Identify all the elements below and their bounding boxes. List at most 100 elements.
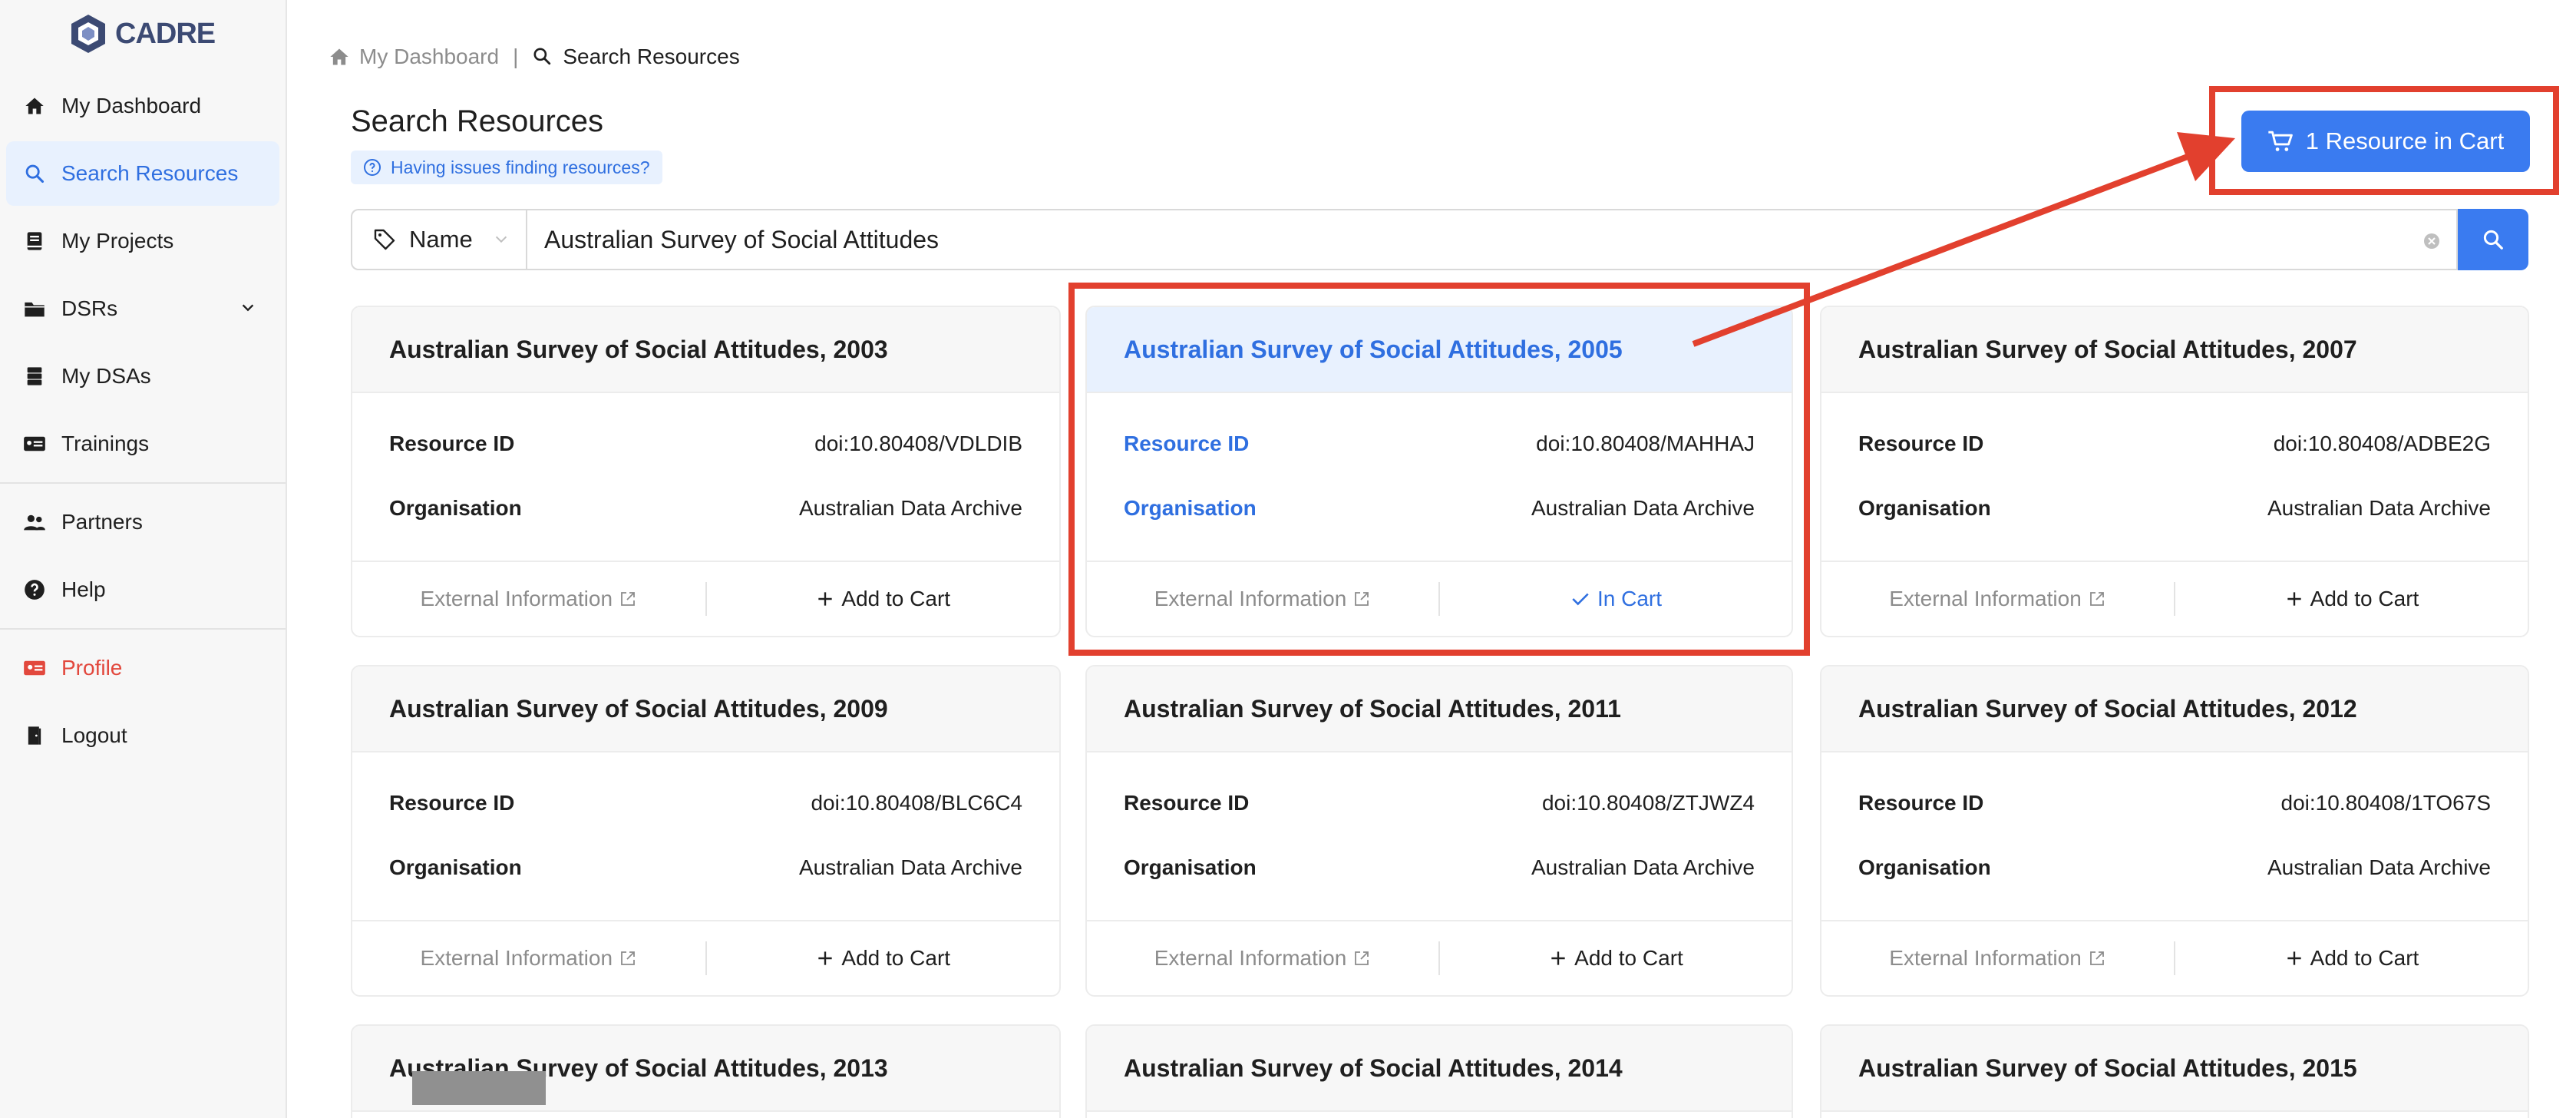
organisation-value: Australian Data Archive <box>2267 496 2491 520</box>
external-information-label: External Information <box>420 587 613 610</box>
profile-card-icon <box>23 657 46 680</box>
external-information-link[interactable]: External Information <box>1821 562 2174 636</box>
resource-id-value: doi:10.80408/ADBE2G <box>2273 432 2491 455</box>
chevron-down-icon[interactable] <box>239 299 256 316</box>
organisation-value: Australian Data Archive <box>2267 855 2491 879</box>
resource-card-title[interactable]: Australian Survey of Social Attitudes, 2… <box>1087 666 1792 752</box>
help-link[interactable]: Having issues finding resources? <box>351 150 662 184</box>
card-actions: External Information Add to Cart <box>352 920 1059 995</box>
organisation-value: Australian Data Archive <box>1531 855 1755 879</box>
add-to-cart-label: Add to Cart <box>1574 946 1683 970</box>
external-information-link[interactable]: External Information <box>1821 921 2174 995</box>
external-information-link[interactable]: External Information <box>352 921 705 995</box>
sidebar-item-search-resources[interactable]: Search Resources <box>6 141 279 206</box>
resource-id-row: Resource ID doi:10.80408/1TO67S <box>1858 788 2491 819</box>
organisation-label: Organisation <box>1858 855 1991 879</box>
tag-icon <box>374 229 395 250</box>
sidebar-item-my-projects[interactable]: My Projects <box>6 209 279 273</box>
plus-icon <box>2287 951 2301 965</box>
add-to-cart-button[interactable]: Add to Cart <box>1440 921 1792 995</box>
home-icon <box>329 46 350 68</box>
search-button[interactable] <box>2458 209 2528 270</box>
organisation-row: Organisation Australian Data Archive <box>389 852 1022 883</box>
resource-card-title[interactable]: Australian Survey of Social Attitudes, 2… <box>1821 1026 2528 1112</box>
sidebar-item-profile[interactable]: Profile <box>6 636 279 700</box>
add-to-cart-button[interactable]: Add to Cart <box>2175 562 2528 636</box>
add-to-cart-button[interactable]: Add to Cart <box>707 921 1060 995</box>
plus-icon <box>818 951 833 965</box>
add-to-cart-button[interactable]: Add to Cart <box>707 562 1060 636</box>
cadre-logo-icon <box>71 15 105 53</box>
add-to-cart-label: Add to Cart <box>2310 946 2419 970</box>
search-icon <box>2483 230 2503 250</box>
sidebar-divider <box>0 628 286 630</box>
search-input[interactable]: Australian Survey of Social Attitudes <box>526 209 2458 270</box>
search-icon <box>532 46 553 68</box>
sidebar-item-partners[interactable]: Partners <box>6 490 279 554</box>
sidebar-item-label: My DSAs <box>61 364 151 388</box>
sidebar-item-label: Help <box>61 577 106 601</box>
sidebar-item-my-dsas[interactable]: My DSAs <box>6 344 279 408</box>
external-information-label: External Information <box>1889 946 2082 970</box>
sidebar-item-label: My Projects <box>61 229 174 253</box>
card-actions: External Information Add to Cart <box>1821 561 2528 636</box>
breadcrumb-current: Search Resources <box>563 45 740 68</box>
resource-id-label: Resource ID <box>389 791 515 815</box>
add-to-cart-button[interactable]: Add to Cart <box>2175 921 2528 995</box>
resource-card-title[interactable]: Australian Survey of Social Attitudes, 2… <box>1087 1026 1792 1112</box>
external-link-icon <box>621 951 635 965</box>
organisation-label: Organisation <box>1858 496 1991 520</box>
cadre-logo[interactable]: CADRE <box>69 11 216 57</box>
resource-id-value: doi:10.80408/1TO67S <box>2280 791 2491 815</box>
resource-card: Australian Survey of Social Attitudes, 2… <box>1085 665 1793 997</box>
card-actions: External Information Add to Cart <box>1821 920 2528 995</box>
resource-id-value: doi:10.80408/ZTJWZ4 <box>1541 791 1755 815</box>
resource-card: Australian Survey of Social Attitudes, 2… <box>351 306 1061 637</box>
resource-card: Australian Survey of Social Attitudes, 2… <box>1820 665 2529 997</box>
add-to-cart-label: Add to Cart <box>2310 587 2419 610</box>
search-field-select[interactable]: Name <box>351 209 526 270</box>
sidebar-nav: My Dashboard Search Resources My Project… <box>0 74 286 771</box>
resource-id-row: Resource ID doi:10.80408/ZTJWZ4 <box>1124 788 1755 819</box>
organisation-label: Organisation <box>389 855 522 879</box>
resource-id-label: Resource ID <box>1858 432 1984 455</box>
sidebar-item-trainings[interactable]: Trainings <box>6 412 279 476</box>
sidebar-item-logout[interactable]: Logout <box>6 703 279 768</box>
sidebar-item-label: My Dashboard <box>61 94 202 117</box>
resource-card: Australian Survey of Social Attitudes, 2… <box>351 665 1061 997</box>
external-information-link[interactable]: External Information <box>352 562 705 636</box>
book-icon <box>23 230 46 253</box>
external-information-label: External Information <box>1154 946 1347 970</box>
search-input-value: Australian Survey of Social Attitudes <box>544 225 940 253</box>
card-actions: External Information Add to Cart <box>1087 920 1792 995</box>
annotation-box-cart <box>2209 86 2559 195</box>
external-link-icon <box>621 592 635 606</box>
external-link-icon <box>1355 951 1369 965</box>
resource-card-title[interactable]: Australian Survey of Social Attitudes, 2… <box>1821 666 2528 752</box>
home-icon <box>23 94 46 117</box>
organisation-value: Australian Data Archive <box>798 496 1022 520</box>
sidebar-item-dsrs[interactable]: DSRs <box>6 276 279 341</box>
resource-card: Australian Survey of Social Attitudes, 2… <box>1820 306 2529 637</box>
resource-id-row: Resource ID doi:10.80408/BLC6C4 <box>389 788 1022 819</box>
external-information-link[interactable]: External Information <box>1087 921 1438 995</box>
sidebar-item-my-dashboard[interactable]: My Dashboard <box>6 74 279 138</box>
sidebar: CADRE My Dashboard Search Resources My P… <box>0 0 287 1118</box>
sidebar-item-label: Profile <box>61 656 123 680</box>
sidebar-item-label: DSRs <box>61 296 118 320</box>
question-circle-icon <box>364 159 381 176</box>
add-to-cart-label: Add to Cart <box>841 587 951 610</box>
breadcrumb-home-link[interactable]: My Dashboard <box>359 45 499 69</box>
search-field-select-value: Name <box>409 226 473 253</box>
clear-icon[interactable] <box>2422 232 2441 250</box>
organisation-label: Organisation <box>1124 855 1257 879</box>
organisation-row: Organisation Australian Data Archive <box>1858 852 2491 883</box>
database-icon <box>23 365 46 388</box>
organisation-row: Organisation Australian Data Archive <box>1858 493 2491 524</box>
sidebar-item-help[interactable]: Help <box>6 557 279 622</box>
resource-card-title[interactable]: Australian Survey of Social Attitudes, 2… <box>352 666 1059 752</box>
question-icon <box>23 578 46 601</box>
resource-card-title[interactable]: Australian Survey of Social Attitudes, 2… <box>1821 307 2528 393</box>
redaction-bar <box>412 1071 546 1105</box>
resource-card-title[interactable]: Australian Survey of Social Attitudes, 2… <box>352 307 1059 393</box>
